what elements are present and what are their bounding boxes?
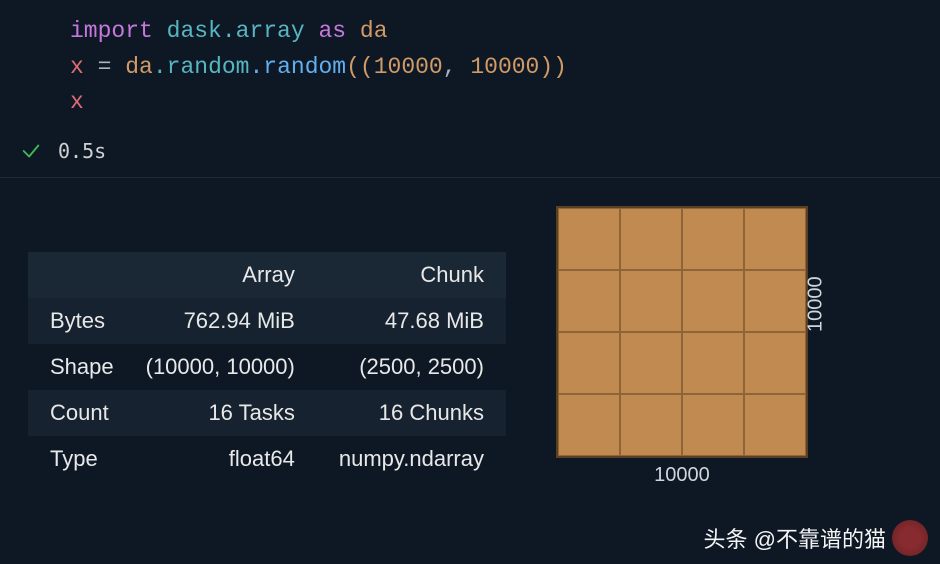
chunk-cell [558,270,620,332]
execution-status: 0.5s [0,129,940,177]
paren-close: )) [539,54,567,80]
code-line-1: import dask.array as da [70,14,940,50]
watermark: 头条 @不靠谱的猫 [704,520,928,556]
chunk-cell [620,270,682,332]
row-label: Shape [28,344,124,390]
row-array: 16 Tasks [124,390,317,436]
arg-2: 10000 [470,54,539,80]
execution-time: 0.5s [58,139,106,163]
code-line-3: x [70,85,940,121]
chunk-cell [682,208,744,270]
row-chunk: 16 Chunks [317,390,506,436]
chunk-cell [744,332,806,394]
chunk-cell [620,394,682,456]
code-cell[interactable]: import dask.array as da x = da.random.ra… [0,0,940,129]
chunk-cell [682,270,744,332]
chunk-cell [558,394,620,456]
chunk-cell [620,332,682,394]
x-axis-label: 10000 [654,464,710,487]
header-blank [28,252,124,298]
row-label: Bytes [28,298,124,344]
row-array: 762.94 MiB [124,298,317,344]
table-row: Shape (10000, 10000) (2500, 2500) [28,344,506,390]
chunk-cell [682,394,744,456]
module-name: dask.array [167,18,305,44]
row-label: Count [28,390,124,436]
row-chunk: 47.68 MiB [317,298,506,344]
operator: = [98,54,112,80]
row-chunk: (2500, 2500) [317,344,506,390]
table-row: Type float64 numpy.ndarray [28,436,506,482]
chunk-cell [558,332,620,394]
header-array: Array [124,252,317,298]
chunk-cell [744,270,806,332]
row-array: (10000, 10000) [124,344,317,390]
row-array: float64 [124,436,317,482]
array-visualization: 10000 10000 [556,206,866,516]
submodule: .random [153,54,250,80]
chunk-grid [556,206,808,458]
paren-open: (( [346,54,374,80]
variable: x [70,89,84,115]
keyword-import: import [70,18,153,44]
checkmark-icon [20,140,42,162]
watermark-text: 头条 @不靠谱的猫 [704,522,886,554]
row-label: Type [28,436,124,482]
header-chunk: Chunk [317,252,506,298]
cell-output: Array Chunk Bytes 762.94 MiB 47.68 MiB S… [0,177,940,516]
arg-1: 10000 [374,54,443,80]
object: da [125,54,153,80]
chunk-cell [620,208,682,270]
array-info-table: Array Chunk Bytes 762.94 MiB 47.68 MiB S… [28,252,506,482]
chunk-cell [682,332,744,394]
code-line-2: x = da.random.random((10000, 10000)) [70,50,940,86]
watermark-logo-icon [892,520,928,556]
row-chunk: numpy.ndarray [317,436,506,482]
chunk-cell [744,394,806,456]
alias-name: da [360,18,388,44]
table-row: Bytes 762.94 MiB 47.68 MiB [28,298,506,344]
chunk-cell [558,208,620,270]
chunk-cell [744,208,806,270]
comma: , [443,54,471,80]
y-axis-label: 10000 [804,276,827,332]
table-row: Count 16 Tasks 16 Chunks [28,390,506,436]
method: .random [249,54,346,80]
keyword-as: as [318,18,346,44]
variable: x [70,54,84,80]
